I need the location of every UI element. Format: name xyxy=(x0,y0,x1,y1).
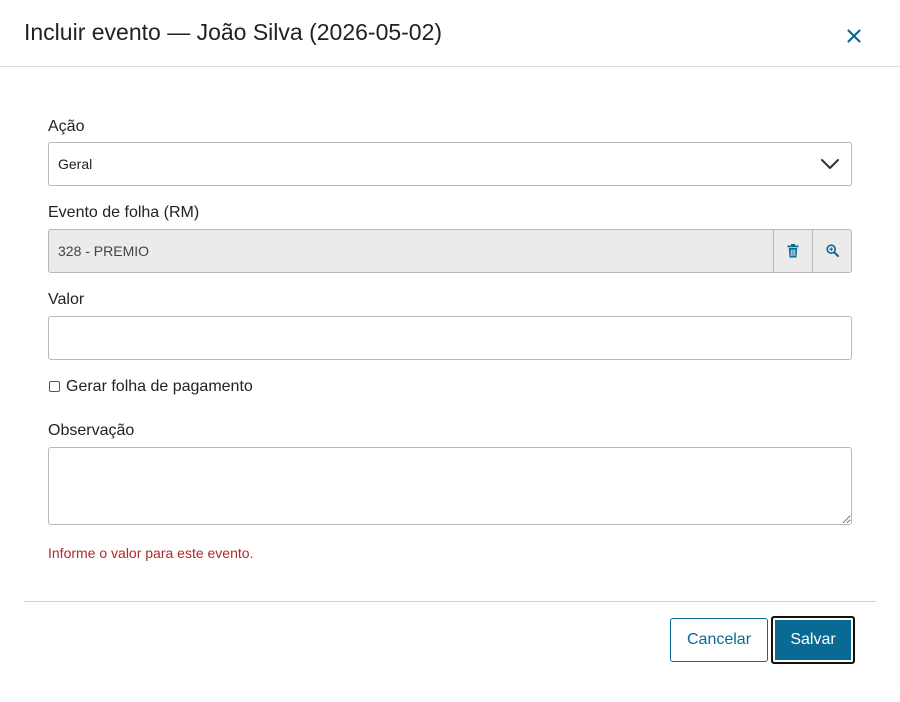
acao-label: Ação xyxy=(48,118,85,135)
close-icon xyxy=(847,29,861,43)
observacao-textarea[interactable] xyxy=(48,447,852,525)
event-dialog: Incluir evento — João Silva (2026-05-02)… xyxy=(0,0,900,702)
observacao-label: Observação xyxy=(48,422,135,439)
trash-icon xyxy=(787,244,799,258)
acao-selected-value: Geral xyxy=(58,156,93,172)
validation-error: Informe o valor para este evento. xyxy=(48,545,254,561)
footer-divider xyxy=(24,601,876,602)
evento-value: 328 - PREMIO xyxy=(58,243,150,259)
close-button[interactable] xyxy=(842,24,866,48)
valor-input[interactable] xyxy=(48,316,852,360)
cancel-button[interactable]: Cancelar xyxy=(670,618,768,662)
dialog-header: Incluir evento — João Silva (2026-05-02) xyxy=(0,0,900,67)
chevron-down-icon xyxy=(821,159,839,169)
clear-evento-button[interactable] xyxy=(773,230,812,272)
valor-label: Valor xyxy=(48,291,85,308)
save-button[interactable]: Salvar xyxy=(771,616,855,664)
gerar-folha-checkbox[interactable] xyxy=(49,381,60,392)
evento-label: Evento de folha (RM) xyxy=(48,204,200,221)
dialog-title: Incluir evento — João Silva (2026-05-02) xyxy=(24,19,443,45)
gerar-folha-label[interactable]: Gerar folha de pagamento xyxy=(66,378,253,396)
acao-select[interactable]: Geral xyxy=(48,142,852,186)
evento-lookup-field: 328 - PREMIO xyxy=(48,229,852,273)
search-evento-button[interactable] xyxy=(812,230,851,272)
search-icon xyxy=(826,244,839,257)
